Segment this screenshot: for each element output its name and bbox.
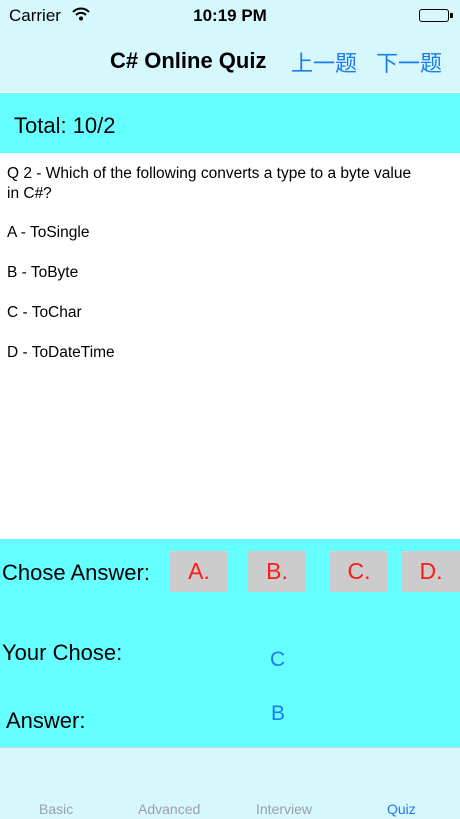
top-bar: Carrier 10:19 PM C# Online Quiz 上一题 下一题 bbox=[0, 0, 460, 92]
tab-basic[interactable]: Basic bbox=[39, 801, 73, 817]
answer-panel: Chose Answer: A. B. C. D. Your Chose: C … bbox=[0, 539, 460, 747]
option-a: A - ToSingle bbox=[7, 224, 90, 241]
answer-value: B bbox=[271, 702, 286, 725]
choice-a-button[interactable]: A. bbox=[170, 551, 228, 592]
choice-c-button[interactable]: C. bbox=[330, 551, 388, 592]
chose-answer-label: Chose Answer: bbox=[2, 560, 150, 585]
next-question-button[interactable]: 下一题 bbox=[376, 46, 442, 78]
tab-quiz[interactable]: Quiz bbox=[387, 801, 416, 817]
option-d: D - ToDateTime bbox=[7, 344, 115, 361]
status-time: 10:19 PM bbox=[193, 6, 267, 25]
answer-label: Answer: bbox=[6, 708, 86, 733]
question-text: Q 2 - Which of the following converts a … bbox=[7, 165, 412, 202]
total-score: Total: 10/2 bbox=[14, 113, 116, 138]
battery-icon bbox=[419, 9, 453, 22]
tab-advanced[interactable]: Advanced bbox=[138, 801, 200, 817]
choice-d-button[interactable]: D. bbox=[402, 551, 460, 592]
tab-interview[interactable]: Interview bbox=[256, 801, 312, 817]
choice-b-button[interactable]: B. bbox=[248, 551, 306, 592]
previous-question-button[interactable]: 上一题 bbox=[291, 46, 357, 78]
your-chose-value: C bbox=[270, 648, 286, 671]
option-c: C - ToChar bbox=[7, 304, 82, 321]
status-bar: Carrier 10:19 PM bbox=[0, 0, 460, 32]
option-b: B - ToByte bbox=[7, 264, 79, 281]
total-bar: Total: 10/2 bbox=[0, 93, 460, 153]
page-title: C# Online Quiz bbox=[110, 48, 267, 73]
your-chose-label: Your Chose: bbox=[2, 640, 123, 665]
tab-bar: Basic Advanced Interview Quiz bbox=[0, 747, 460, 819]
